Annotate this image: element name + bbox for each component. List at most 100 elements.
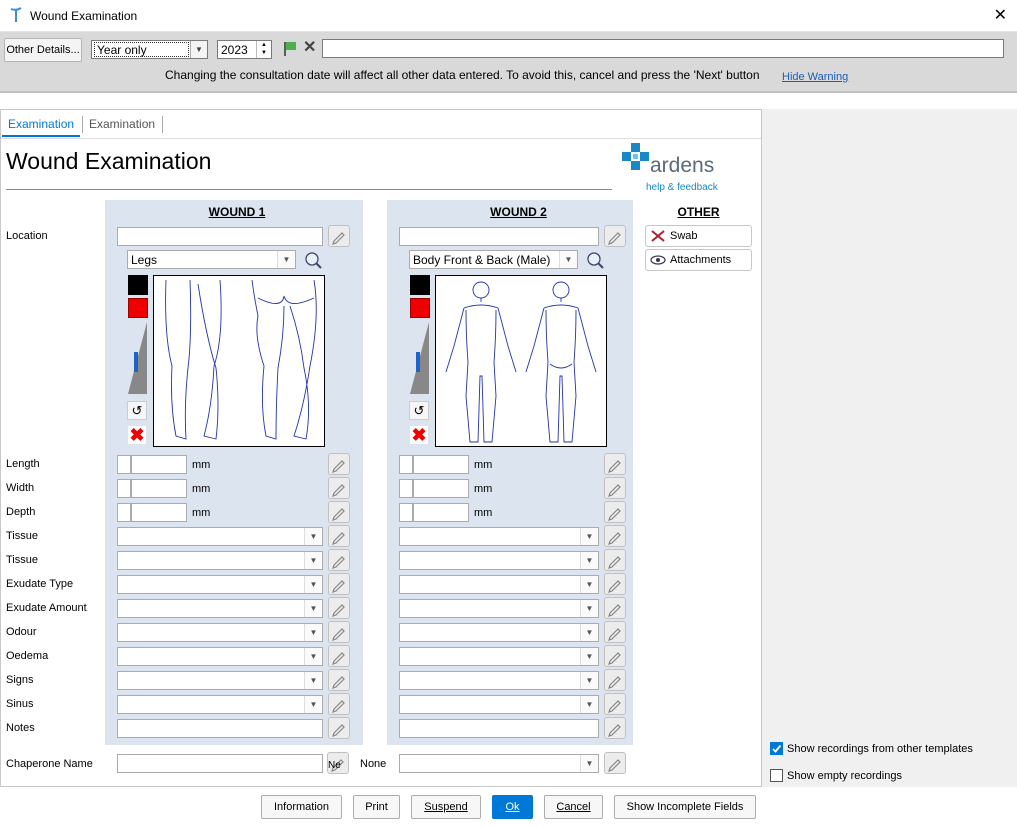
pencil-icon[interactable] bbox=[604, 453, 626, 475]
pencil-icon[interactable] bbox=[328, 573, 350, 595]
pencil-icon[interactable] bbox=[604, 525, 626, 547]
pencil-icon[interactable] bbox=[328, 453, 350, 475]
tab-examination-1[interactable]: Examination bbox=[2, 111, 81, 137]
wound1-tissue2-select[interactable]: ▼ bbox=[117, 551, 323, 570]
wound1-width-prefix[interactable] bbox=[117, 479, 131, 498]
spin-arrows-icon[interactable]: ▲ ▼ bbox=[256, 41, 271, 58]
wound1-legs-diagram[interactable] bbox=[153, 275, 325, 447]
swab-button[interactable]: Swab bbox=[645, 225, 752, 247]
chevron-down-icon[interactable]: ▼ bbox=[559, 251, 577, 268]
attachments-button[interactable]: Attachments bbox=[645, 249, 752, 271]
date-note-input[interactable] bbox=[322, 39, 1004, 58]
pencil-icon[interactable] bbox=[328, 621, 350, 643]
wound2-width-prefix[interactable] bbox=[399, 479, 413, 498]
undo-icon[interactable]: ↺ bbox=[409, 401, 429, 420]
brush-size-slider[interactable] bbox=[409, 322, 431, 396]
flag-icon[interactable] bbox=[283, 41, 297, 57]
print-button[interactable]: Print bbox=[353, 795, 400, 819]
wound1-depth-prefix[interactable] bbox=[117, 503, 131, 522]
wound2-odour-select[interactable]: ▼ bbox=[399, 623, 599, 642]
clear-drawing-icon[interactable]: ✖ bbox=[128, 426, 146, 444]
chevron-down-icon[interactable]: ▼ bbox=[304, 696, 322, 713]
chevron-down-icon[interactable]: ▼ bbox=[277, 251, 295, 268]
year-stepper[interactable]: 2023 ▲ ▼ bbox=[217, 40, 272, 59]
pencil-icon[interactable] bbox=[604, 645, 626, 667]
show-empty-checkbox[interactable] bbox=[770, 769, 783, 782]
pencil-icon[interactable] bbox=[604, 621, 626, 643]
other-details-button[interactable]: Other Details... bbox=[4, 38, 82, 62]
pencil-icon[interactable] bbox=[328, 501, 350, 523]
chevron-down-icon[interactable]: ▼ bbox=[304, 576, 322, 593]
chevron-down-icon[interactable]: ▼ bbox=[580, 648, 598, 665]
suspend-button[interactable]: Suspend bbox=[411, 795, 481, 819]
show-incomplete-fields-button[interactable]: Show Incomplete Fields bbox=[614, 795, 756, 819]
chevron-down-icon[interactable]: ▼ bbox=[304, 528, 322, 545]
wound1-signs-select[interactable]: ▼ bbox=[117, 671, 323, 690]
wound1-exudate-type-select[interactable]: ▼ bbox=[117, 575, 323, 594]
clear-drawing-icon[interactable]: ✖ bbox=[410, 426, 428, 444]
wound2-sinus-select[interactable]: ▼ bbox=[399, 695, 599, 714]
wound2-tissue2-select[interactable]: ▼ bbox=[399, 551, 599, 570]
help-feedback-link[interactable]: help & feedback bbox=[646, 182, 718, 193]
ardens-logo-icon[interactable] bbox=[622, 143, 650, 171]
wound2-zoom-icon[interactable] bbox=[585, 250, 605, 270]
wound2-location-input[interactable] bbox=[399, 227, 599, 246]
black-colour-swatch[interactable] bbox=[410, 275, 430, 295]
chevron-down-icon[interactable]: ▼ bbox=[580, 755, 598, 772]
black-colour-swatch[interactable] bbox=[128, 275, 148, 295]
wound2-notes-input[interactable] bbox=[399, 719, 599, 738]
chevron-down-icon[interactable]: ▼ bbox=[304, 648, 322, 665]
date-mode-select[interactable]: Year only ▼ bbox=[91, 40, 208, 59]
chevron-down-icon[interactable]: ▼ bbox=[580, 552, 598, 569]
wound1-diagram-select[interactable]: Legs ▼ bbox=[127, 250, 296, 269]
tab-examination-2[interactable]: Examination bbox=[83, 111, 161, 137]
wound1-width-input[interactable] bbox=[131, 479, 187, 498]
wound2-length-input[interactable] bbox=[413, 455, 469, 474]
pencil-icon[interactable] bbox=[604, 573, 626, 595]
hide-warning-link[interactable]: Hide Warning bbox=[782, 71, 848, 83]
wound1-odour-select[interactable]: ▼ bbox=[117, 623, 323, 642]
pencil-icon[interactable] bbox=[328, 549, 350, 571]
chevron-down-icon[interactable]: ▼ bbox=[304, 600, 322, 617]
wound1-depth-input[interactable] bbox=[131, 503, 187, 522]
chevron-down-icon[interactable]: ▼ bbox=[304, 672, 322, 689]
wound1-tissue-select[interactable]: ▼ bbox=[117, 527, 323, 546]
information-button[interactable]: Information bbox=[261, 795, 342, 819]
brush-size-slider[interactable] bbox=[127, 322, 149, 396]
wound1-zoom-icon[interactable] bbox=[303, 250, 323, 270]
pencil-icon[interactable] bbox=[604, 501, 626, 523]
pencil-icon[interactable] bbox=[604, 597, 626, 619]
chaperone-name-input[interactable] bbox=[117, 754, 323, 773]
clear-date-icon[interactable]: ✕ bbox=[303, 37, 316, 57]
chevron-down-icon[interactable]: ▼ bbox=[304, 552, 322, 569]
chevron-down-icon[interactable]: ▼ bbox=[580, 600, 598, 617]
pencil-icon[interactable] bbox=[328, 669, 350, 691]
show-other-templates-checkbox[interactable] bbox=[770, 742, 783, 755]
chevron-down-icon[interactable]: ▼ bbox=[580, 696, 598, 713]
ok-button[interactable]: Ok bbox=[492, 795, 533, 819]
wound2-length-prefix[interactable] bbox=[399, 455, 413, 474]
wound1-sinus-select[interactable]: ▼ bbox=[117, 695, 323, 714]
wound1-length-prefix[interactable] bbox=[117, 455, 131, 474]
pencil-icon[interactable] bbox=[604, 717, 626, 739]
wound2-depth-prefix[interactable] bbox=[399, 503, 413, 522]
wound1-oedema-select[interactable]: ▼ bbox=[117, 647, 323, 666]
wound2-body-diagram[interactable] bbox=[435, 275, 607, 447]
red-colour-swatch[interactable] bbox=[128, 298, 148, 318]
pencil-icon[interactable] bbox=[328, 597, 350, 619]
pencil-icon[interactable] bbox=[328, 645, 350, 667]
chevron-down-icon[interactable]: ▼ bbox=[190, 41, 207, 58]
wound1-notes-input[interactable] bbox=[117, 719, 323, 738]
pencil-icon[interactable] bbox=[604, 549, 626, 571]
pencil-icon[interactable] bbox=[328, 477, 350, 499]
cancel-button[interactable]: Cancel bbox=[544, 795, 603, 819]
wound2-depth-input[interactable] bbox=[413, 503, 469, 522]
wound2-width-input[interactable] bbox=[413, 479, 469, 498]
pencil-icon[interactable] bbox=[604, 752, 626, 774]
chevron-down-icon[interactable]: ▼ bbox=[580, 624, 598, 641]
pencil-icon[interactable] bbox=[604, 477, 626, 499]
close-icon[interactable]: ✕ bbox=[994, 5, 1007, 25]
pencil-icon[interactable] bbox=[604, 693, 626, 715]
pencil-icon[interactable] bbox=[328, 717, 350, 739]
wound2-exudate-amount-select[interactable]: ▼ bbox=[399, 599, 599, 618]
